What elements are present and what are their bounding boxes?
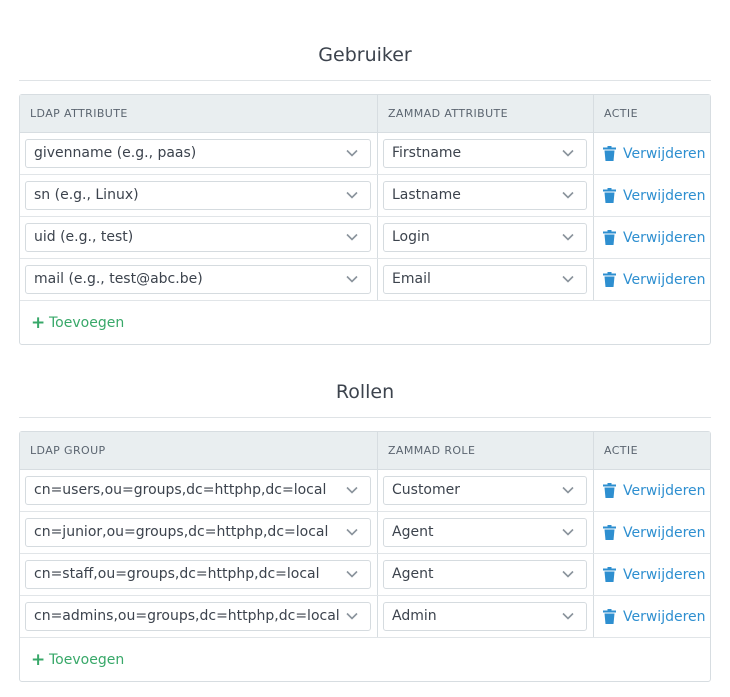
chevron-down-icon (562, 191, 574, 199)
zammad-attribute-select[interactable]: Firstname (383, 139, 587, 168)
add-mapping-button[interactable]: + Toevoegen (20, 301, 710, 344)
trash-icon (603, 272, 616, 287)
plus-icon: + (31, 649, 46, 670)
table-row: givenname (e.g., paas) Firstname Verwijd… (20, 133, 710, 175)
table-row: uid (e.g., test) Login Verwijderen (20, 217, 710, 259)
delete-button[interactable]: Verwijderen (603, 146, 706, 162)
add-mapping-button[interactable]: + Toevoegen (20, 638, 710, 681)
trash-icon (603, 230, 616, 245)
attribute-mapping-table: LDAP ATTRIBUTE ZAMMAD ATTRIBUTE ACTIE gi… (19, 94, 711, 345)
chevron-down-icon (562, 612, 574, 620)
ldap-attribute-select[interactable]: uid (e.g., test) (25, 223, 371, 252)
delete-button[interactable]: Verwijderen (603, 188, 706, 204)
chevron-down-icon (346, 612, 358, 620)
zammad-attribute-select[interactable]: Login (383, 223, 587, 252)
rollen-section: Rollen LDAP GROUP ZAMMAD ROLE ACTIE cn=u… (19, 377, 711, 682)
trash-icon (603, 609, 616, 624)
section-title-gebruiker: Gebruiker (318, 44, 412, 66)
zammad-attribute-select[interactable]: Lastname (383, 181, 587, 210)
zammad-role-select[interactable]: Customer (383, 476, 587, 505)
add-label: Toevoegen (49, 314, 125, 331)
delete-button[interactable]: Verwijderen (603, 525, 706, 541)
divider (19, 80, 711, 81)
zammad-attribute-select[interactable]: Email (383, 265, 587, 294)
trash-icon (603, 146, 616, 161)
chevron-down-icon (346, 570, 358, 578)
chevron-down-icon (346, 149, 358, 157)
chevron-down-icon (346, 191, 358, 199)
delete-button[interactable]: Verwijderen (603, 567, 706, 583)
chevron-down-icon (346, 528, 358, 536)
gebruiker-section: Gebruiker LDAP ATTRIBUTE ZAMMAD ATTRIBUT… (19, 40, 711, 345)
plus-icon: + (31, 312, 46, 333)
column-header-ldap-attribute: LDAP ATTRIBUTE (20, 95, 378, 132)
chevron-down-icon (346, 233, 358, 241)
ldap-group-select[interactable]: cn=junior,ou=groups,dc=httphp,dc=local (25, 518, 371, 547)
ldap-attribute-select[interactable]: givenname (e.g., paas) (25, 139, 371, 168)
table-row: cn=junior,ou=groups,dc=httphp,dc=local A… (20, 512, 710, 554)
delete-button[interactable]: Verwijderen (603, 230, 706, 246)
zammad-role-select[interactable]: Agent (383, 560, 587, 589)
zammad-role-select[interactable]: Admin (383, 602, 587, 631)
add-label: Toevoegen (49, 651, 125, 668)
table-row: sn (e.g., Linux) Lastname Verwijderen (20, 175, 710, 217)
trash-icon (603, 188, 616, 203)
chevron-down-icon (346, 486, 358, 494)
table-header: LDAP GROUP ZAMMAD ROLE ACTIE (20, 432, 710, 470)
trash-icon (603, 525, 616, 540)
divider (19, 417, 711, 418)
column-header-zammad-role: ZAMMAD ROLE (378, 432, 594, 469)
chevron-down-icon (562, 149, 574, 157)
chevron-down-icon (562, 570, 574, 578)
trash-icon (603, 483, 616, 498)
ldap-group-select[interactable]: cn=staff,ou=groups,dc=httphp,dc=local (25, 560, 371, 589)
column-header-actie: ACTIE (604, 444, 638, 457)
role-mapping-table: LDAP GROUP ZAMMAD ROLE ACTIE cn=users,ou… (19, 431, 711, 682)
chevron-down-icon (562, 486, 574, 494)
table-header: LDAP ATTRIBUTE ZAMMAD ATTRIBUTE ACTIE (20, 95, 710, 133)
table-row: cn=staff,ou=groups,dc=httphp,dc=local Ag… (20, 554, 710, 596)
delete-button[interactable]: Verwijderen (603, 272, 706, 288)
chevron-down-icon (346, 275, 358, 283)
ldap-group-select[interactable]: cn=admins,ou=groups,dc=httphp,dc=local (25, 602, 371, 631)
chevron-down-icon (562, 233, 574, 241)
delete-button[interactable]: Verwijderen (603, 609, 706, 625)
ldap-attribute-select[interactable]: mail (e.g., test@abc.be) (25, 265, 371, 294)
table-row: cn=admins,ou=groups,dc=httphp,dc=local A… (20, 596, 710, 638)
ldap-attribute-select[interactable]: sn (e.g., Linux) (25, 181, 371, 210)
table-row: cn=users,ou=groups,dc=httphp,dc=local Cu… (20, 470, 710, 512)
delete-button[interactable]: Verwijderen (603, 483, 706, 499)
zammad-role-select[interactable]: Agent (383, 518, 587, 547)
chevron-down-icon (562, 275, 574, 283)
trash-icon (603, 567, 616, 582)
table-row: mail (e.g., test@abc.be) Email Verwijder… (20, 259, 710, 301)
section-title-rollen: Rollen (335, 381, 395, 403)
column-header-ldap-group: LDAP GROUP (20, 432, 378, 469)
column-header-zammad-attribute: ZAMMAD ATTRIBUTE (378, 95, 594, 132)
column-header-actie: ACTIE (604, 107, 638, 120)
ldap-group-select[interactable]: cn=users,ou=groups,dc=httphp,dc=local (25, 476, 371, 505)
chevron-down-icon (562, 528, 574, 536)
